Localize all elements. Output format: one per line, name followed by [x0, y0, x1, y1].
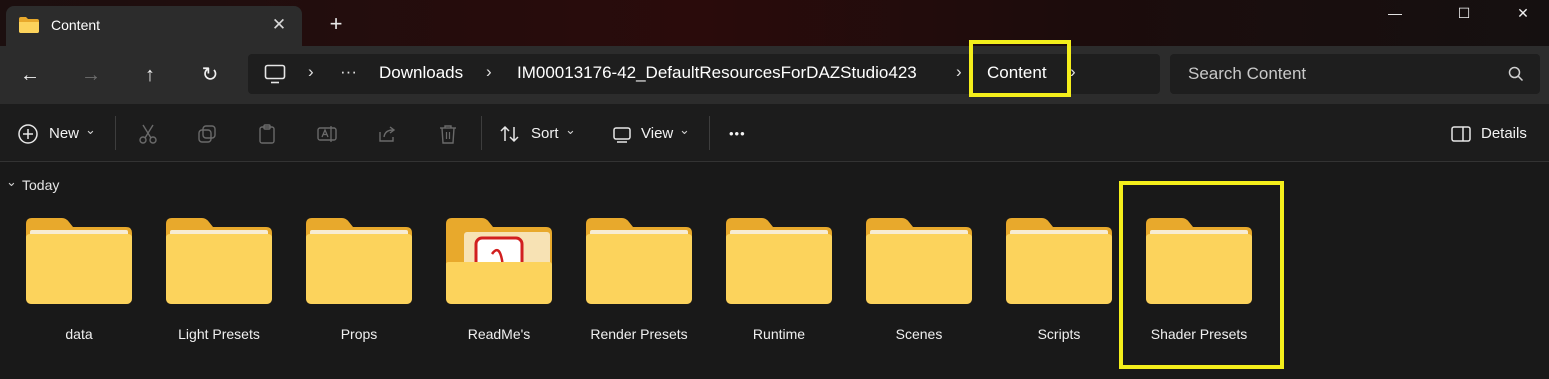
paste-icon[interactable]: [256, 123, 278, 145]
folder-label: Render Presets: [590, 326, 688, 342]
view-icon[interactable]: [611, 123, 633, 145]
folder-item-readme-s[interactable]: ReadMe's: [434, 212, 564, 352]
minimize-button[interactable]: —: [1372, 0, 1418, 28]
folder-item-data[interactable]: data: [14, 212, 144, 352]
folder-pdf-icon: [446, 218, 552, 304]
divider: [709, 116, 710, 150]
navigation-bar: ← → ↑ ↻ › ··· Downloads › IM00013176-42_…: [0, 46, 1549, 104]
up-button[interactable]: ↑: [136, 61, 164, 89]
close-window-button[interactable]: ✕: [1500, 0, 1546, 28]
folder-label: Props: [340, 326, 378, 342]
refresh-button[interactable]: ↻: [196, 61, 224, 89]
folder-icon: [166, 218, 272, 304]
folder-icon: [726, 218, 832, 304]
folder-item-render-presets[interactable]: Render Presets: [574, 212, 704, 352]
forward-button[interactable]: →: [77, 61, 105, 89]
tab-content[interactable]: Content ✕: [6, 6, 302, 46]
breadcrumb-highlight-box: [969, 40, 1071, 97]
cut-icon[interactable]: [137, 123, 159, 145]
divider: [115, 116, 116, 150]
folder-icon: [19, 17, 39, 33]
new-button[interactable]: New: [49, 122, 79, 146]
search-input[interactable]: Search Content: [1170, 54, 1540, 94]
monitor-icon[interactable]: [264, 64, 286, 84]
command-bar: New ⌄ Sort ⌄ View ⌄ ••• Details: [0, 104, 1549, 162]
sort-button[interactable]: Sort: [531, 122, 559, 146]
folder-item-scenes[interactable]: Scenes: [854, 212, 984, 352]
breadcrumb-chevron[interactable]: ›: [956, 62, 962, 82]
maximize-button[interactable]: ☐: [1441, 0, 1487, 28]
search-icon[interactable]: [1508, 66, 1524, 82]
folder-item-scripts[interactable]: Scripts: [994, 212, 1124, 352]
share-icon[interactable]: [376, 123, 398, 145]
breadcrumb-chevron[interactable]: ›: [486, 62, 492, 82]
folder-label: Scenes: [895, 326, 943, 342]
breadcrumb-chevron[interactable]: ›: [308, 62, 314, 82]
details-button[interactable]: Details: [1481, 122, 1527, 146]
view-button[interactable]: View: [641, 122, 673, 146]
more-options-button[interactable]: •••: [729, 122, 746, 146]
back-button[interactable]: ←: [16, 61, 44, 89]
tab-title: Content: [51, 17, 101, 33]
delete-icon[interactable]: [437, 123, 459, 145]
group-header-today[interactable]: Today: [22, 177, 59, 193]
folder-icon: [1006, 218, 1112, 304]
chevron-down-icon[interactable]: ⌄: [565, 118, 576, 142]
breadcrumb-item-downloads[interactable]: Downloads: [379, 63, 463, 83]
close-tab-button[interactable]: ✕: [268, 14, 290, 36]
folder-item-props[interactable]: Props: [294, 212, 424, 352]
sort-icon[interactable]: [499, 123, 521, 145]
chevron-down-icon[interactable]: ⌄: [85, 118, 96, 142]
group-collapse-chevron[interactable]: ⌄: [6, 174, 17, 190]
rename-icon[interactable]: [316, 123, 338, 145]
folder-icon: [306, 218, 412, 304]
search-placeholder: Search Content: [1188, 64, 1307, 83]
folder-icon: [866, 218, 972, 304]
folder-highlight-box: [1119, 181, 1284, 369]
folder-label: ReadMe's: [467, 326, 531, 342]
folder-label: Light Presets: [178, 326, 260, 342]
divider: [481, 116, 482, 150]
details-pane-icon[interactable]: [1450, 123, 1472, 145]
breadcrumb-item-resources[interactable]: IM00013176-42_DefaultResourcesForDAZStud…: [517, 63, 917, 83]
title-bar: Content ✕ + — ☐ ✕: [0, 0, 1549, 46]
new-tab-button[interactable]: +: [324, 12, 348, 36]
breadcrumb-overflow-button[interactable]: ···: [340, 62, 357, 82]
copy-icon[interactable]: [196, 123, 218, 145]
plus-circle-icon[interactable]: [17, 123, 39, 145]
folder-label: Runtime: [752, 326, 806, 342]
folder-label: data: [65, 326, 93, 342]
folder-item-runtime[interactable]: Runtime: [714, 212, 844, 352]
folder-label: Scripts: [1037, 326, 1081, 342]
folder-icon: [26, 218, 132, 304]
folder-item-light-presets[interactable]: Light Presets: [154, 212, 284, 352]
folder-icon: [586, 218, 692, 304]
chevron-down-icon[interactable]: ⌄: [679, 118, 690, 142]
